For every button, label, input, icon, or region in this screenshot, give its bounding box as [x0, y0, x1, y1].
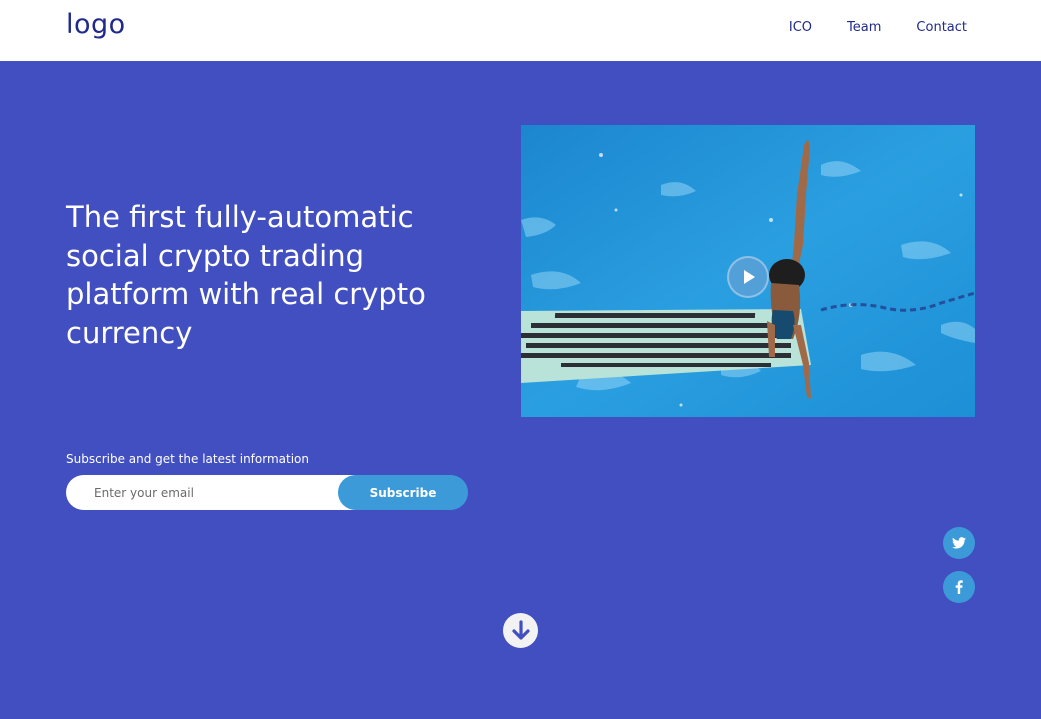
subscribe-form: Subscribe	[66, 475, 468, 510]
promo-video[interactable]	[521, 125, 975, 417]
facebook-button[interactable]	[943, 571, 975, 603]
email-input[interactable]	[66, 475, 366, 510]
twitter-icon	[952, 537, 966, 549]
site-header: logo ICO Team Contact	[0, 0, 1041, 61]
play-button[interactable]	[727, 256, 769, 298]
hero-headline: The first fully-automatic social crypto …	[66, 200, 426, 350]
main-nav: ICO Team Contact	[789, 20, 967, 35]
subscribe-button[interactable]: Subscribe	[338, 475, 468, 510]
arrow-down-icon	[511, 619, 530, 640]
twitter-button[interactable]	[943, 527, 975, 559]
logo[interactable]: logo	[66, 9, 126, 40]
play-icon	[744, 270, 755, 284]
nav-link-contact[interactable]: Contact	[916, 20, 967, 35]
nav-link-ico[interactable]: ICO	[789, 20, 812, 35]
scroll-down-button[interactable]	[503, 613, 538, 648]
subscribe-label: Subscribe and get the latest information	[66, 452, 309, 466]
facebook-icon	[955, 580, 963, 594]
nav-link-team[interactable]: Team	[847, 20, 881, 35]
